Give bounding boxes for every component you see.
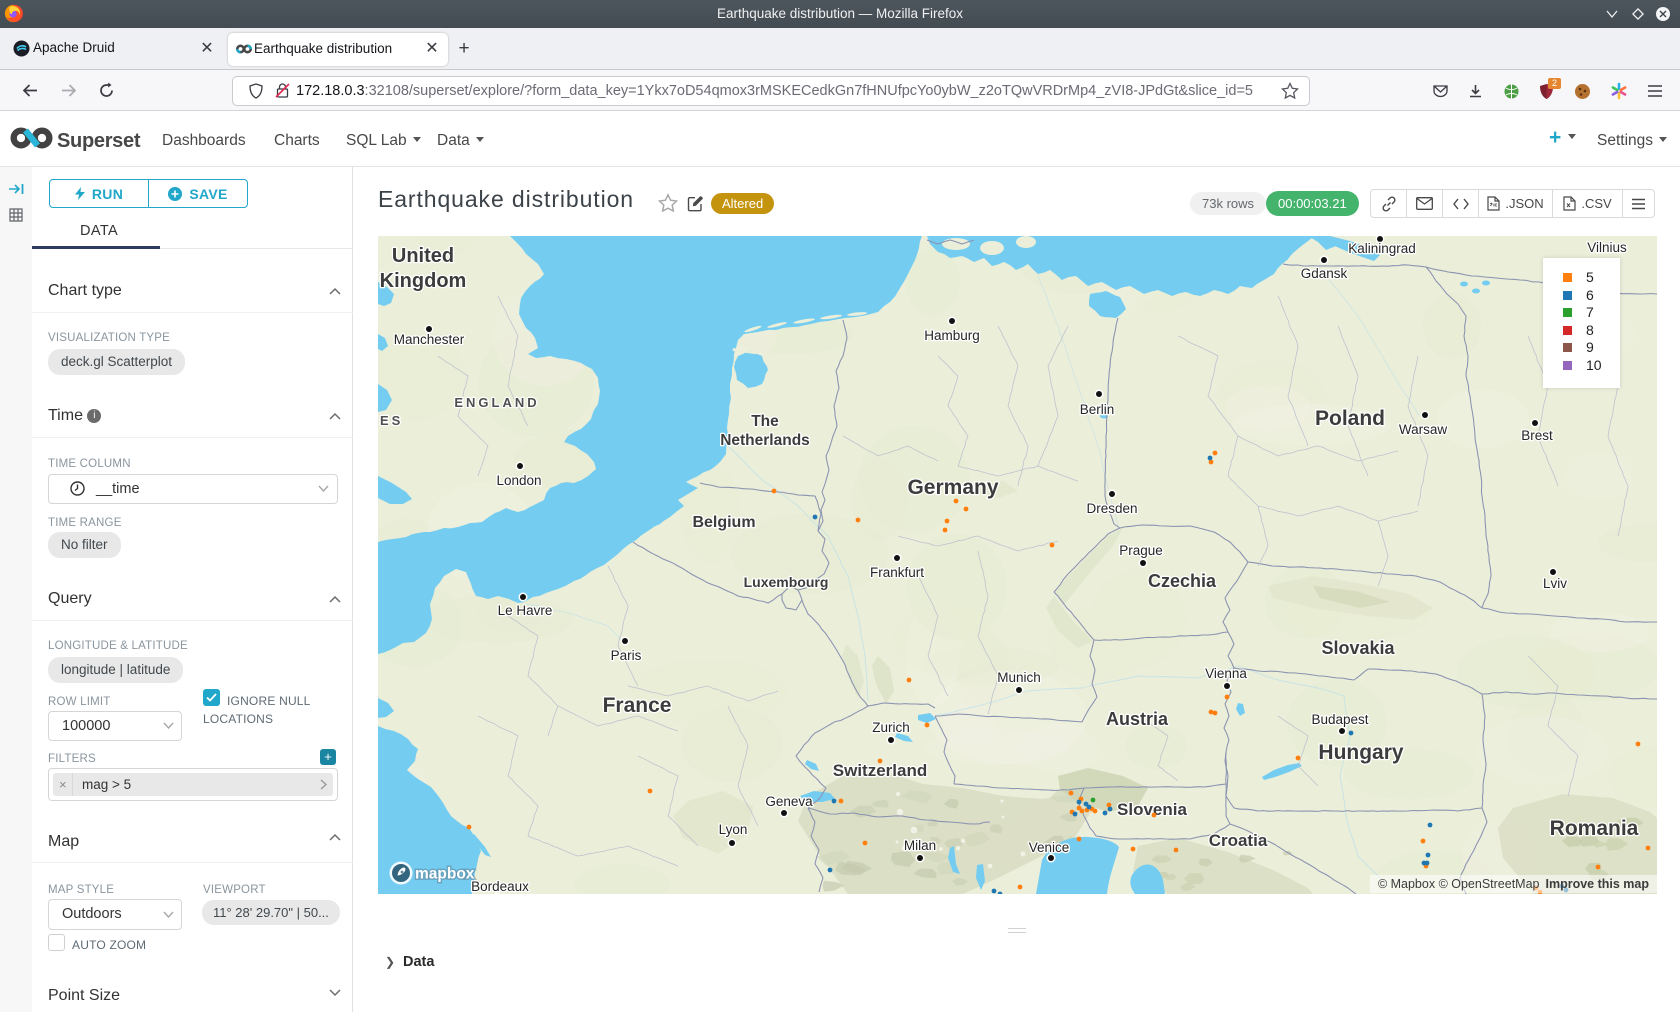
svg-text:Romania: Romania [1550, 817, 1639, 840]
svg-text:Belgium: Belgium [692, 514, 755, 531]
svg-text:Kaliningrad: Kaliningrad [1348, 241, 1416, 256]
svg-text:Geneva: Geneva [765, 794, 813, 809]
svg-text:The: The [751, 413, 779, 430]
svg-text:Gdansk: Gdansk [1301, 266, 1348, 281]
svg-text:Frankfurt: Frankfurt [870, 565, 924, 580]
svg-text:Germany: Germany [907, 476, 998, 499]
svg-text:Switzerland: Switzerland [833, 761, 927, 780]
svg-text:Czechia: Czechia [1148, 571, 1217, 591]
svg-text:ES: ES [380, 413, 403, 428]
svg-text:Croatia: Croatia [1209, 831, 1268, 850]
svg-text:Warsaw: Warsaw [1399, 422, 1448, 437]
svg-text:Lyon: Lyon [719, 822, 748, 837]
svg-text:Vienna: Vienna [1205, 666, 1247, 681]
svg-text:Vilnius: Vilnius [1587, 240, 1627, 255]
svg-text:London: London [496, 473, 541, 488]
svg-text:Venice: Venice [1029, 840, 1070, 855]
svg-text:mapbox: mapbox [415, 866, 475, 883]
svg-text:France: France [603, 694, 672, 717]
svg-text:ENGLAND: ENGLAND [454, 395, 539, 410]
svg-text:Hungary: Hungary [1318, 741, 1404, 764]
svg-text:Netherlands: Netherlands [720, 432, 810, 449]
svg-text:Hamburg: Hamburg [924, 328, 980, 343]
svg-text:Kingdom: Kingdom [380, 270, 467, 292]
svg-text:Munich: Munich [997, 670, 1041, 685]
svg-text:Austria: Austria [1106, 709, 1169, 729]
svg-text:Poland: Poland [1315, 407, 1385, 430]
svg-text:Paris: Paris [611, 648, 642, 663]
svg-text:Manchester: Manchester [394, 332, 465, 347]
svg-text:Prague: Prague [1119, 543, 1163, 558]
svg-text:Dresden: Dresden [1086, 501, 1137, 516]
svg-text:United: United [392, 245, 454, 267]
svg-text:Budapest: Budapest [1311, 712, 1368, 727]
svg-text:Brest: Brest [1521, 428, 1553, 443]
svg-text:Zurich: Zurich [872, 720, 910, 735]
svg-text:Luxembourg: Luxembourg [744, 574, 829, 590]
svg-text:Berlin: Berlin [1080, 402, 1115, 417]
svg-text:Le Havre: Le Havre [498, 603, 553, 618]
svg-text:Milan: Milan [904, 838, 936, 853]
svg-text:Slovakia: Slovakia [1321, 638, 1395, 658]
svg-text:Lviv: Lviv [1543, 576, 1567, 591]
